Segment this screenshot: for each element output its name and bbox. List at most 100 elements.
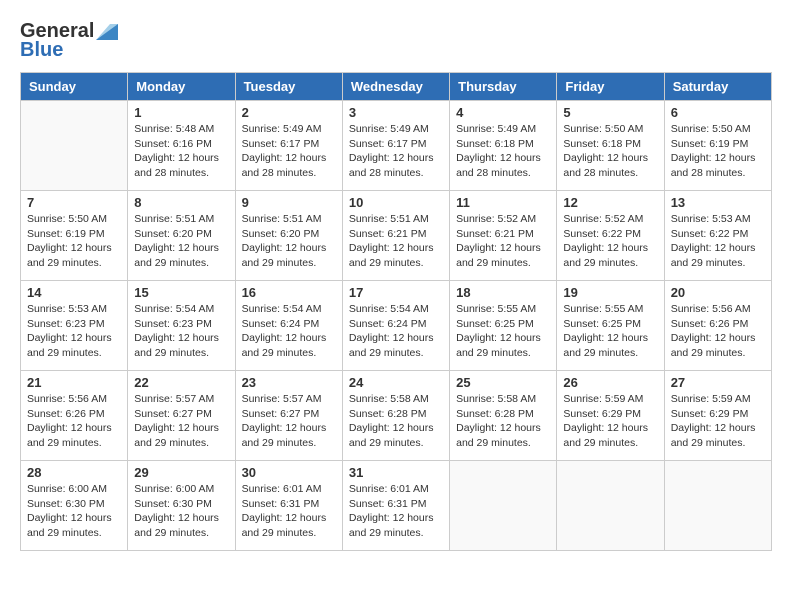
day-info: Sunrise: 5:54 AM Sunset: 6:24 PM Dayligh… — [242, 302, 336, 361]
day-number: 25 — [456, 375, 550, 390]
day-info: Sunrise: 5:51 AM Sunset: 6:20 PM Dayligh… — [134, 212, 228, 271]
day-number: 23 — [242, 375, 336, 390]
day-number: 13 — [671, 195, 765, 210]
header-saturday: Saturday — [664, 73, 771, 101]
day-info: Sunrise: 5:55 AM Sunset: 6:25 PM Dayligh… — [563, 302, 657, 361]
day-info: Sunrise: 5:57 AM Sunset: 6:27 PM Dayligh… — [242, 392, 336, 451]
day-number: 14 — [27, 285, 121, 300]
calendar-cell: 27 Sunrise: 5:59 AM Sunset: 6:29 PM Dayli… — [664, 371, 771, 461]
calendar-cell: 21 Sunrise: 5:56 AM Sunset: 6:26 PM Dayli… — [21, 371, 128, 461]
day-info: Sunrise: 6:00 AM Sunset: 6:30 PM Dayligh… — [134, 482, 228, 541]
day-number: 5 — [563, 105, 657, 120]
day-number: 16 — [242, 285, 336, 300]
calendar-cell: 7Sunrise: 5:50 AM Sunset: 6:19 PM Daylig… — [21, 191, 128, 281]
day-number: 26 — [563, 375, 657, 390]
day-number: 2 — [242, 105, 336, 120]
day-number: 29 — [134, 465, 228, 480]
day-info: Sunrise: 5:56 AM Sunset: 6:26 PM Dayligh… — [27, 392, 121, 451]
day-info: Sunrise: 5:59 AM Sunset: 6:29 PM Dayligh… — [563, 392, 657, 451]
day-info: Sunrise: 5:49 AM Sunset: 6:17 PM Dayligh… — [242, 122, 336, 181]
day-number: 20 — [671, 285, 765, 300]
calendar-cell: 18 Sunrise: 5:55 AM Sunset: 6:25 PM Dayli… — [450, 281, 557, 371]
day-number: 22 — [134, 375, 228, 390]
day-info: Sunrise: 5:48 AM Sunset: 6:16 PM Dayligh… — [134, 122, 228, 181]
day-info: Sunrise: 5:54 AM Sunset: 6:24 PM Dayligh… — [349, 302, 443, 361]
logo: General Blue — [20, 20, 118, 62]
calendar-week-row: 28Sunrise: 6:00 AM Sunset: 6:30 PM Dayli… — [21, 461, 772, 551]
day-number: 19 — [563, 285, 657, 300]
day-info: Sunrise: 5:57 AM Sunset: 6:27 PM Dayligh… — [134, 392, 228, 451]
calendar-cell: 2 Sunrise: 5:49 AM Sunset: 6:17 PM Daylig… — [235, 101, 342, 191]
calendar-week-row: 7Sunrise: 5:50 AM Sunset: 6:19 PM Daylig… — [21, 191, 772, 281]
day-number: 27 — [671, 375, 765, 390]
calendar-cell: 29 Sunrise: 6:00 AM Sunset: 6:30 PM Dayli… — [128, 461, 235, 551]
logo-blue: Blue — [20, 39, 63, 62]
day-number: 31 — [349, 465, 443, 480]
calendar-cell: 3 Sunrise: 5:49 AM Sunset: 6:17 PM Daylig… — [342, 101, 449, 191]
day-number: 17 — [349, 285, 443, 300]
day-number: 1 — [134, 105, 228, 120]
day-number: 24 — [349, 375, 443, 390]
day-number: 15 — [134, 285, 228, 300]
calendar-cell — [557, 461, 664, 551]
day-info: Sunrise: 5:55 AM Sunset: 6:25 PM Dayligh… — [456, 302, 550, 361]
calendar-cell — [21, 101, 128, 191]
day-info: Sunrise: 5:49 AM Sunset: 6:17 PM Dayligh… — [349, 122, 443, 181]
day-number: 4 — [456, 105, 550, 120]
calendar-cell: 23 Sunrise: 5:57 AM Sunset: 6:27 PM Dayli… — [235, 371, 342, 461]
calendar-cell: 30Sunrise: 6:01 AM Sunset: 6:31 PM Dayli… — [235, 461, 342, 551]
day-number: 21 — [27, 375, 121, 390]
header-friday: Friday — [557, 73, 664, 101]
header-thursday: Thursday — [450, 73, 557, 101]
calendar-cell: 22 Sunrise: 5:57 AM Sunset: 6:27 PM Dayli… — [128, 371, 235, 461]
day-number: 11 — [456, 195, 550, 210]
header-monday: Monday — [128, 73, 235, 101]
calendar-cell: 28Sunrise: 6:00 AM Sunset: 6:30 PM Dayli… — [21, 461, 128, 551]
calendar-cell: 8Sunrise: 5:51 AM Sunset: 6:20 PM Daylig… — [128, 191, 235, 281]
calendar-cell: 15 Sunrise: 5:54 AM Sunset: 6:23 PM Dayli… — [128, 281, 235, 371]
header: General Blue — [20, 20, 772, 62]
calendar-cell: 24 Sunrise: 5:58 AM Sunset: 6:28 PM Dayli… — [342, 371, 449, 461]
day-info: Sunrise: 5:53 AM Sunset: 6:22 PM Dayligh… — [671, 212, 765, 271]
day-info: Sunrise: 5:52 AM Sunset: 6:21 PM Dayligh… — [456, 212, 550, 271]
calendar-cell: 26 Sunrise: 5:59 AM Sunset: 6:29 PM Dayli… — [557, 371, 664, 461]
day-info: Sunrise: 5:56 AM Sunset: 6:26 PM Dayligh… — [671, 302, 765, 361]
header-tuesday: Tuesday — [235, 73, 342, 101]
day-info: Sunrise: 6:00 AM Sunset: 6:30 PM Dayligh… — [27, 482, 121, 541]
header-sunday: Sunday — [21, 73, 128, 101]
day-number: 10 — [349, 195, 443, 210]
calendar-cell: 5 Sunrise: 5:50 AM Sunset: 6:18 PM Daylig… — [557, 101, 664, 191]
header-wednesday: Wednesday — [342, 73, 449, 101]
calendar-cell: 20 Sunrise: 5:56 AM Sunset: 6:26 PM Dayli… — [664, 281, 771, 371]
day-info: Sunrise: 5:54 AM Sunset: 6:23 PM Dayligh… — [134, 302, 228, 361]
calendar-cell: 1 Sunrise: 5:48 AM Sunset: 6:16 PM Daylig… — [128, 101, 235, 191]
logo-icon — [96, 24, 118, 40]
calendar-cell: 4 Sunrise: 5:49 AM Sunset: 6:18 PM Daylig… — [450, 101, 557, 191]
day-info: Sunrise: 5:59 AM Sunset: 6:29 PM Dayligh… — [671, 392, 765, 451]
day-info: Sunrise: 5:50 AM Sunset: 6:18 PM Dayligh… — [563, 122, 657, 181]
calendar-header-row: SundayMondayTuesdayWednesdayThursdayFrid… — [21, 73, 772, 101]
day-number: 30 — [242, 465, 336, 480]
day-info: Sunrise: 5:58 AM Sunset: 6:28 PM Dayligh… — [456, 392, 550, 451]
day-number: 9 — [242, 195, 336, 210]
day-number: 7 — [27, 195, 121, 210]
day-info: Sunrise: 6:01 AM Sunset: 6:31 PM Dayligh… — [349, 482, 443, 541]
day-number: 12 — [563, 195, 657, 210]
day-info: Sunrise: 5:53 AM Sunset: 6:23 PM Dayligh… — [27, 302, 121, 361]
calendar-cell: 6 Sunrise: 5:50 AM Sunset: 6:19 PM Daylig… — [664, 101, 771, 191]
day-info: Sunrise: 5:51 AM Sunset: 6:21 PM Dayligh… — [349, 212, 443, 271]
day-number: 3 — [349, 105, 443, 120]
day-number: 6 — [671, 105, 765, 120]
calendar-cell: 13 Sunrise: 5:53 AM Sunset: 6:22 PM Dayli… — [664, 191, 771, 281]
calendar-week-row: 1 Sunrise: 5:48 AM Sunset: 6:16 PM Daylig… — [21, 101, 772, 191]
day-info: Sunrise: 5:49 AM Sunset: 6:18 PM Dayligh… — [456, 122, 550, 181]
calendar-cell: 10 Sunrise: 5:51 AM Sunset: 6:21 PM Dayli… — [342, 191, 449, 281]
calendar-cell: 14 Sunrise: 5:53 AM Sunset: 6:23 PM Dayli… — [21, 281, 128, 371]
calendar-cell: 19 Sunrise: 5:55 AM Sunset: 6:25 PM Dayli… — [557, 281, 664, 371]
day-info: Sunrise: 5:51 AM Sunset: 6:20 PM Dayligh… — [242, 212, 336, 271]
day-info: Sunrise: 5:58 AM Sunset: 6:28 PM Dayligh… — [349, 392, 443, 451]
calendar-cell: 12Sunrise: 5:52 AM Sunset: 6:22 PM Dayli… — [557, 191, 664, 281]
day-info: Sunrise: 5:50 AM Sunset: 6:19 PM Dayligh… — [671, 122, 765, 181]
day-number: 18 — [456, 285, 550, 300]
calendar-cell: 17 Sunrise: 5:54 AM Sunset: 6:24 PM Dayli… — [342, 281, 449, 371]
